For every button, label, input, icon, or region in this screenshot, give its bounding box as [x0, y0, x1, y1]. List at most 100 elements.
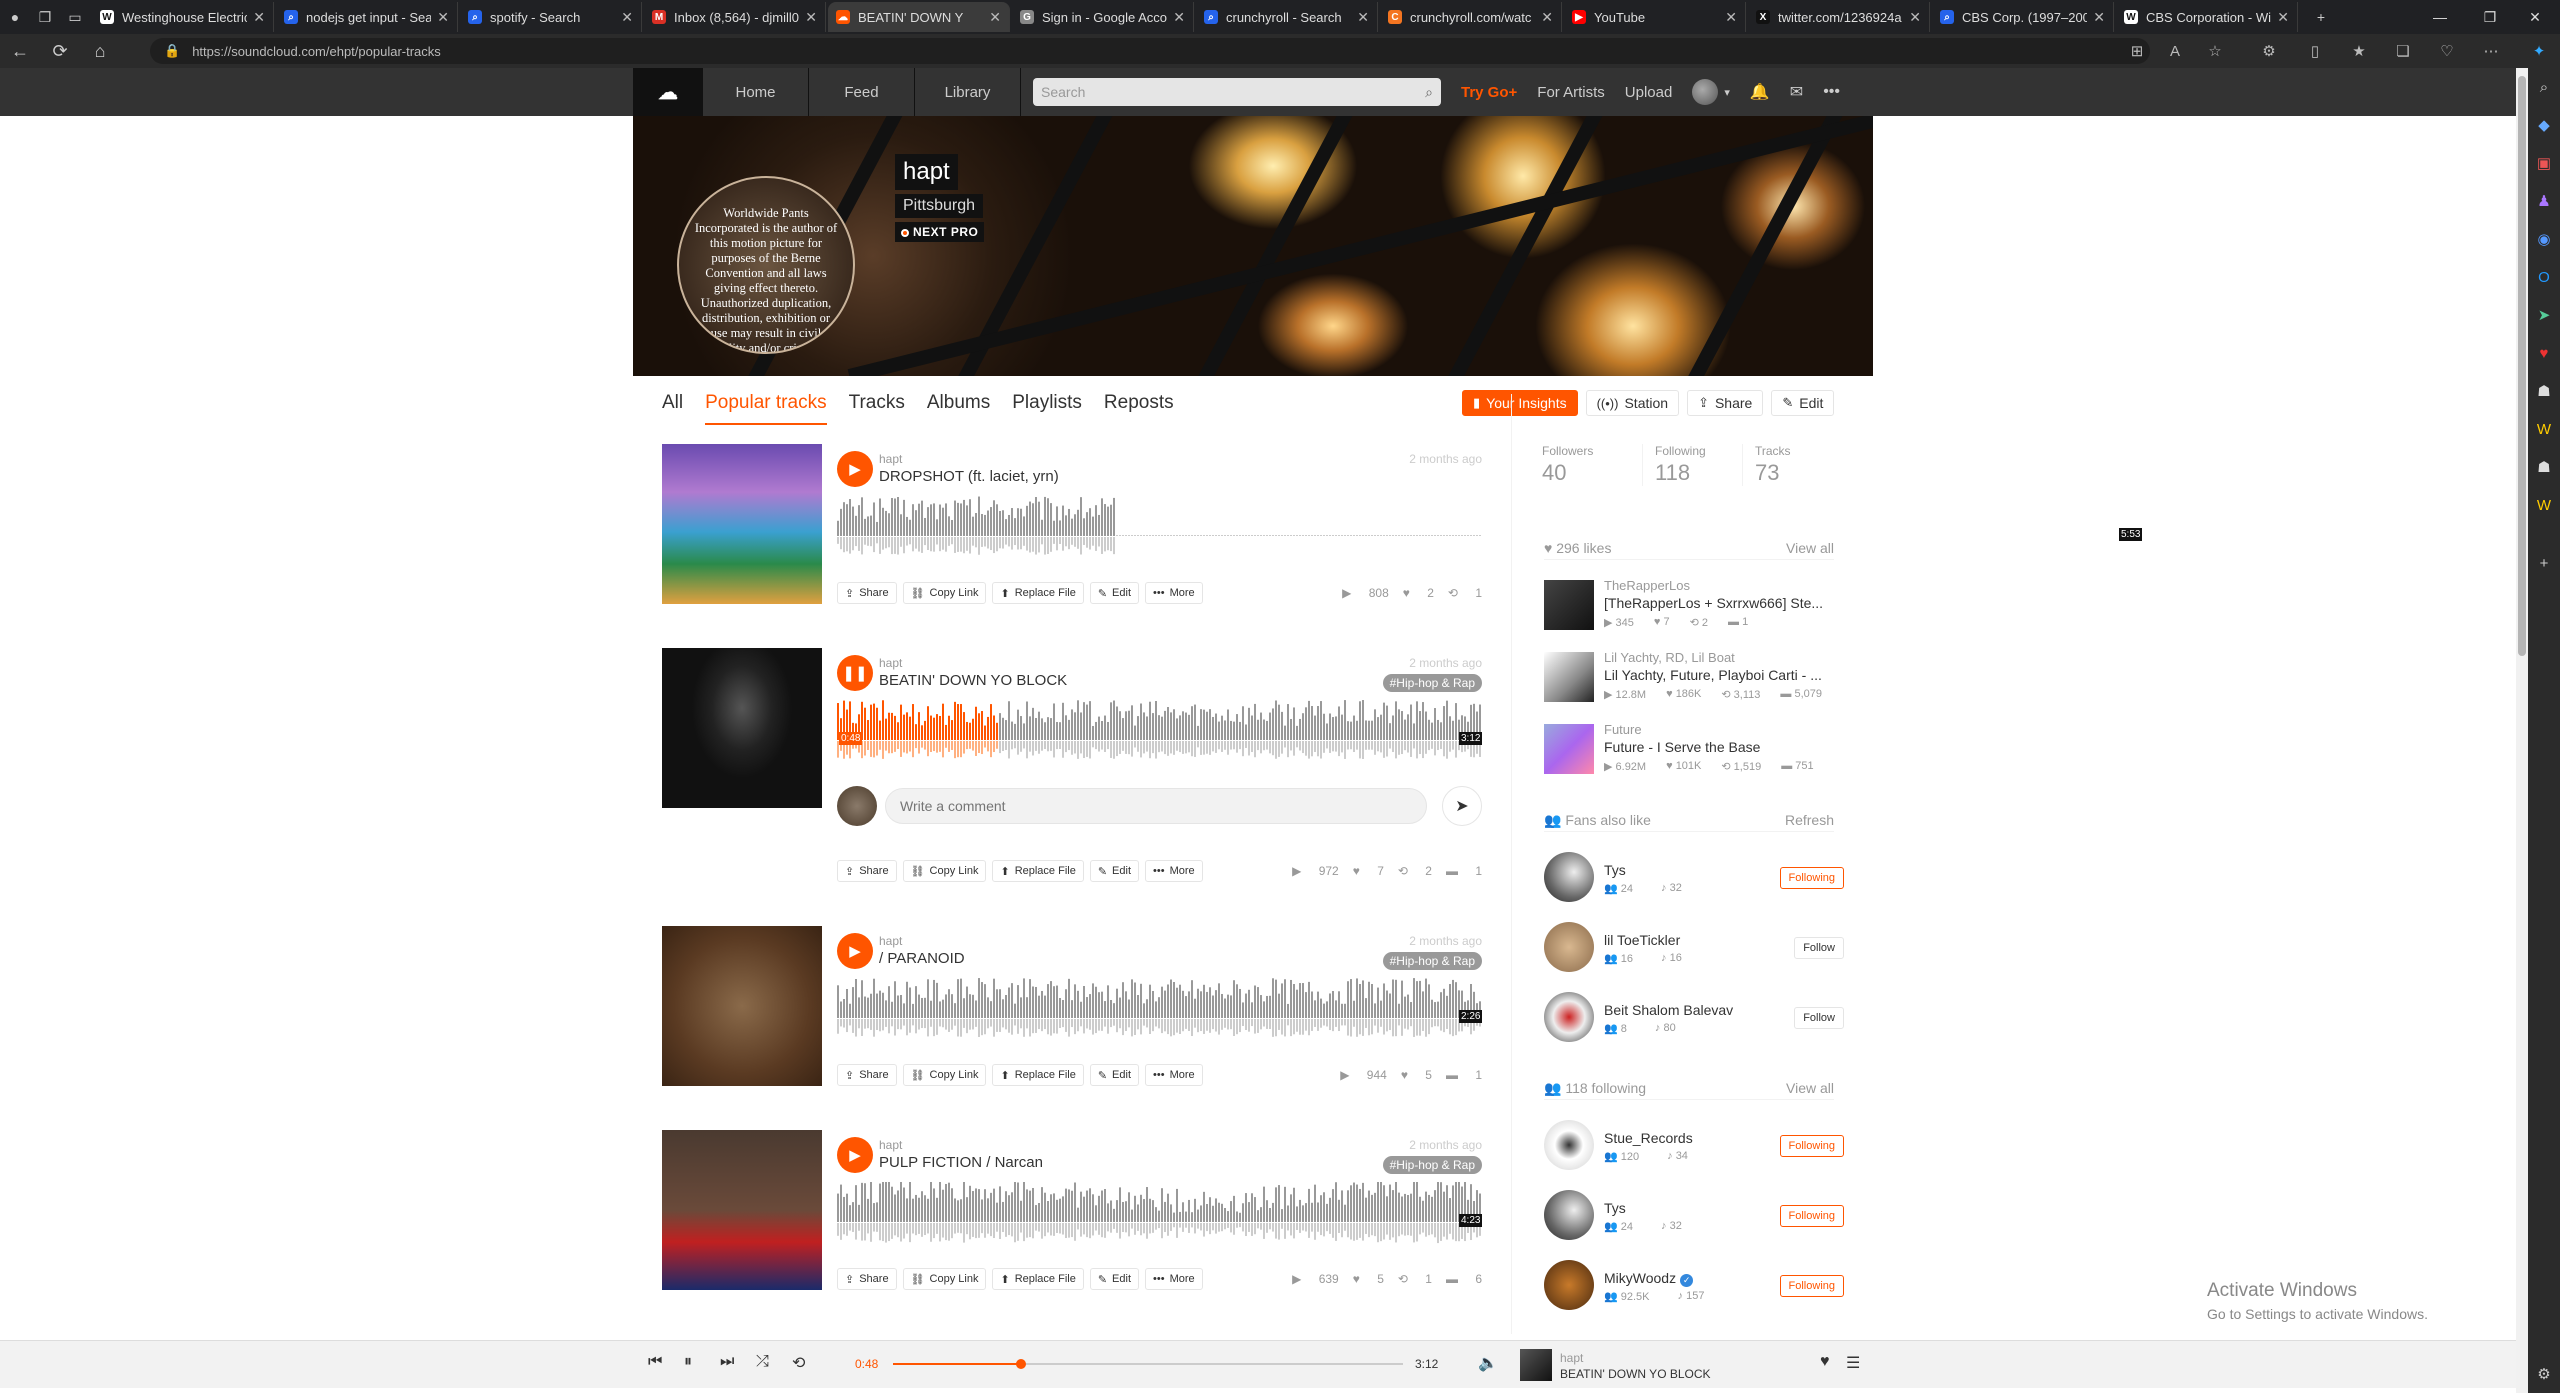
following-button[interactable]: Following: [1779, 1205, 1844, 1227]
track-replace-file-button[interactable]: ⬆ Replace File: [992, 1064, 1084, 1086]
read-aloud-icon[interactable]: A: [2163, 40, 2187, 62]
close-tab-icon[interactable]: ✕: [1357, 9, 1369, 26]
following-view-all-link[interactable]: View all: [1786, 1080, 1834, 1099]
app-2-icon[interactable]: ☗: [2528, 448, 2560, 486]
liked-track[interactable]: Lil Yachty, RD, Lil Boat Lil Yachty, Fut…: [1544, 650, 1844, 706]
profile-avatar-seal[interactable]: Worldwide Pants Incorporated is the auth…: [677, 176, 855, 354]
play-button[interactable]: ▶: [837, 1137, 873, 1173]
user-name[interactable]: Beit Shalom Balevav: [1604, 1002, 1733, 1018]
reposts-count[interactable]: ⟲ 1: [1398, 1272, 1432, 1286]
track-edit-button[interactable]: ✎ Edit: [1089, 1064, 1140, 1086]
track-user[interactable]: hapt: [879, 1138, 902, 1152]
track-user[interactable]: hapt: [879, 452, 902, 466]
now-playing-user[interactable]: hapt: [1560, 1351, 1583, 1365]
tab-actions-icon[interactable]: ▭: [60, 2, 90, 32]
user-name-row[interactable]: MikyWoodz ✓: [1604, 1270, 1694, 1287]
heart-extension-icon[interactable]: ♡: [2435, 40, 2459, 62]
track-title[interactable]: BEATIN' DOWN YO BLOCK: [879, 672, 1067, 689]
liked-track-user[interactable]: TheRapperLos: [1604, 578, 1690, 593]
track-user[interactable]: hapt: [879, 934, 902, 948]
shuffle-icon[interactable]: ⤮: [756, 1353, 769, 1371]
favorites-icon[interactable]: ★: [2347, 40, 2371, 62]
home-button[interactable]: ⌂: [80, 34, 120, 68]
fans-refresh-link[interactable]: Refresh: [1785, 812, 1834, 831]
send-comment-icon[interactable]: ➤: [1442, 786, 1482, 826]
track-waveform[interactable]: [837, 978, 1482, 1042]
like-heart-icon[interactable]: ♥: [1820, 1353, 1830, 1371]
browser-tab[interactable]: G Sign in - Google Acco ✕: [1012, 2, 1194, 32]
menu-dots-icon[interactable]: ⋯: [2479, 40, 2503, 62]
likes-count[interactable]: ♥ 2: [1403, 586, 1434, 600]
track-more-button[interactable]: ••• More: [1145, 1268, 1203, 1290]
tracks-stat[interactable]: Tracks 73: [1742, 444, 1842, 486]
tab-albums[interactable]: Albums: [927, 392, 990, 425]
search-icon[interactable]: ⌕: [2528, 68, 2560, 106]
app-icon[interactable]: ☗: [2528, 372, 2560, 410]
liked-track-title[interactable]: Future - I Serve the Base: [1604, 739, 1844, 755]
user-name[interactable]: Tys: [1604, 862, 1626, 878]
browser-tab[interactable]: Xtwitter.com/1236924a ✕: [1748, 2, 1930, 32]
track-artwork[interactable]: [662, 648, 822, 808]
browser-tab[interactable]: ⌕ spotify - Search ✕: [460, 2, 642, 32]
volume-icon[interactable]: 🔈: [1478, 1353, 1498, 1373]
nav-home[interactable]: Home: [703, 68, 809, 116]
heart-icon[interactable]: ♥: [2528, 334, 2560, 372]
tab-playlists[interactable]: Playlists: [1012, 392, 1082, 425]
favorite-star-icon[interactable]: ☆: [2203, 40, 2227, 62]
likes-title[interactable]: ♥ 296 likes: [1544, 540, 1611, 559]
browser-tab[interactable]: M Inbox (8,564) - djmill0 ✕: [644, 2, 826, 32]
tab-all[interactable]: All: [662, 392, 683, 425]
try-go-plus-link[interactable]: Try Go+: [1461, 84, 1517, 101]
user-name[interactable]: lil ToeTickler: [1604, 932, 1680, 948]
tab-popular-tracks[interactable]: Popular tracks: [705, 392, 827, 425]
extensions-icon[interactable]: ⚙: [2257, 40, 2281, 62]
track-more-button[interactable]: ••• More: [1145, 1064, 1203, 1086]
app-w-icon[interactable]: W: [2528, 410, 2560, 448]
close-tab-icon[interactable]: ✕: [1909, 9, 1921, 26]
microsoft365-icon[interactable]: ◉: [2528, 220, 2560, 258]
track-share-button[interactable]: ⇪ Share: [837, 860, 897, 882]
restore-button[interactable]: ❐: [2465, 0, 2515, 34]
likes-count[interactable]: ♥ 5: [1401, 1068, 1432, 1082]
user-avatar[interactable]: [1544, 1120, 1594, 1170]
workspaces-icon[interactable]: ❐: [30, 2, 60, 32]
close-window-button[interactable]: ✕: [2510, 0, 2560, 34]
following-button[interactable]: Following: [1779, 1275, 1844, 1297]
more-menu-icon[interactable]: •••: [1823, 83, 1840, 101]
user-name[interactable]: Stue_Records: [1604, 1130, 1693, 1146]
upload-link[interactable]: Upload: [1625, 84, 1673, 101]
close-tab-icon[interactable]: ✕: [437, 9, 449, 26]
browser-tab[interactable]: W CBS Corporation - Wi ✕: [2116, 2, 2298, 32]
liked-track-title[interactable]: [TheRapperLos + Sxrrxw666] Ste...: [1604, 595, 1844, 611]
reposts-count[interactable]: ⟲ 1: [1448, 586, 1482, 600]
messages-icon[interactable]: ✉: [1790, 82, 1803, 102]
followers-stat[interactable]: Followers 40: [1542, 444, 1642, 486]
next-track-icon[interactable]: ⏭: [720, 1353, 734, 1371]
track-share-button[interactable]: ⇪ Share: [837, 1064, 897, 1086]
browser-tab[interactable]: ▶ YouTube ✕: [1564, 2, 1746, 32]
send-icon[interactable]: ➤: [2528, 296, 2560, 334]
back-button[interactable]: ←: [0, 34, 40, 68]
user-avatar[interactable]: [1544, 1260, 1594, 1310]
track-artwork[interactable]: [662, 926, 822, 1086]
likes-count[interactable]: ♥ 7: [1353, 864, 1384, 878]
track-copy-link-button[interactable]: ⛓ Copy Link: [902, 1268, 987, 1290]
notifications-bell-icon[interactable]: 🔔: [1750, 82, 1770, 102]
close-tab-icon[interactable]: ✕: [1725, 9, 1737, 26]
app-available-icon[interactable]: ⊞: [2125, 40, 2149, 62]
pause-button[interactable]: ❚❚: [837, 655, 873, 691]
track-copy-link-button[interactable]: ⛓ Copy Link: [902, 1064, 987, 1086]
track-title[interactable]: / PARANOID: [879, 950, 965, 967]
profile-icon[interactable]: ●: [0, 2, 30, 32]
user-avatar[interactable]: [1692, 79, 1719, 105]
tab-reposts[interactable]: Reposts: [1104, 392, 1174, 425]
track-copy-link-button[interactable]: ⛓ Copy Link: [902, 860, 987, 882]
track-replace-file-button[interactable]: ⬆ Replace File: [992, 1268, 1084, 1290]
track-artwork[interactable]: [662, 1130, 822, 1290]
browser-tab[interactable]: Ccrunchyroll.com/watc ✕: [1380, 2, 1562, 32]
following-title[interactable]: 👥 118 following: [1544, 1080, 1646, 1099]
liked-track-title[interactable]: Lil Yachty, Future, Playboi Carti - ...: [1604, 667, 1844, 683]
track-share-button[interactable]: ⇪ Share: [837, 1268, 897, 1290]
close-tab-icon[interactable]: ✕: [253, 9, 265, 26]
now-playing-title[interactable]: BEATIN' DOWN YO BLOCK: [1560, 1367, 1711, 1381]
